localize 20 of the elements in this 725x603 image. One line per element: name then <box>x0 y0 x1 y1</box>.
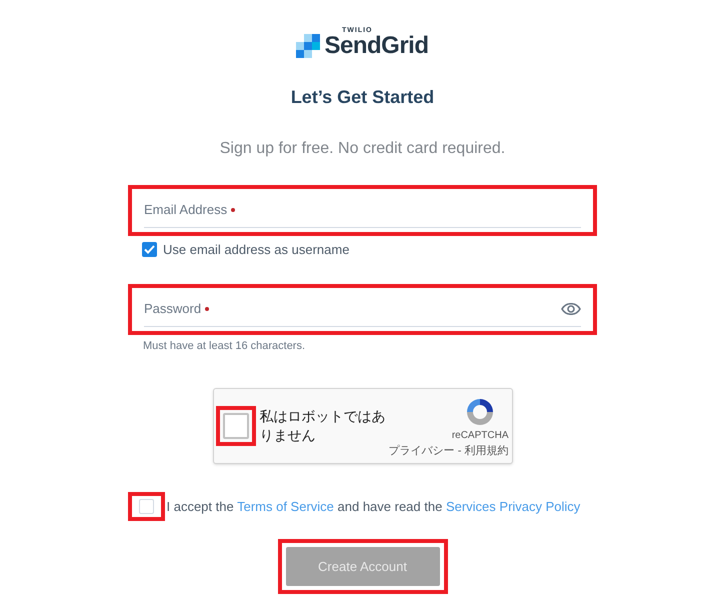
subtitle: Sign up for free. No credit card required. <box>220 139 506 159</box>
eye-icon[interactable] <box>561 302 581 314</box>
captcha-checkbox[interactable] <box>222 413 248 439</box>
terms-sentence: I accept the Terms of Service and have read the Services Privacy Policy <box>166 498 580 516</box>
captcha-label: 私はロボットではありません <box>260 407 386 445</box>
field-label: Password <box>144 300 202 318</box>
checkbox[interactable] <box>142 242 157 258</box>
terms-link[interactable]: Services Privacy Policy <box>446 498 580 514</box>
field-label: Email Address <box>144 201 228 220</box>
recaptcha-brand: reCAPTCHA <box>452 429 508 444</box>
logo-wordmark: SendGrid <box>324 34 428 58</box>
captcha-footer: プライバシー - 利用規約 <box>388 443 508 460</box>
page-title: Let’s Get Started <box>290 86 434 109</box>
logo-icon <box>296 34 320 58</box>
input-field[interactable]: Password <box>128 284 597 334</box>
terms-link[interactable]: Terms of Service <box>237 498 334 514</box>
terms-checkbox[interactable] <box>138 499 154 514</box>
hint-text: Must have at least 16 characters. <box>143 338 306 354</box>
input-field[interactable]: Email Address <box>128 185 597 236</box>
checkbox-label: Use email address as username <box>163 241 350 259</box>
